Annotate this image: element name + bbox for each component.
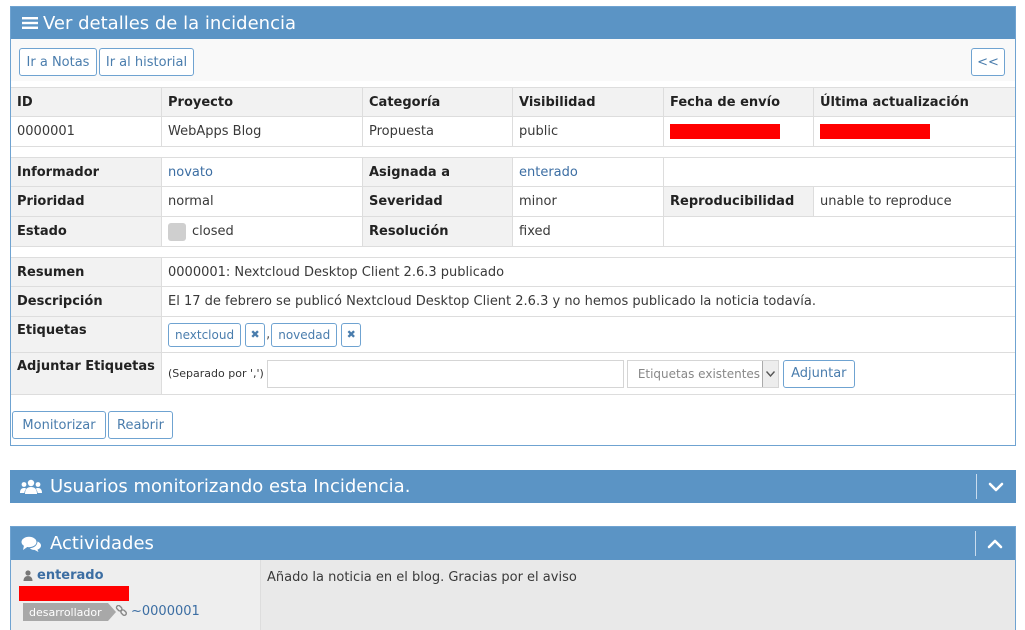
users-icon bbox=[20, 479, 42, 495]
activity-note-text: Añado la noticia en el blog. Gracias por… bbox=[261, 560, 1015, 630]
issue-project: WebApps Blog bbox=[162, 117, 363, 146]
status-label: Estado bbox=[11, 217, 162, 246]
user-icon bbox=[23, 570, 33, 581]
reopen-button[interactable]: Reabrir bbox=[108, 411, 173, 439]
monitoring-users-panel: Usuarios monitorizando esta Incidencia. bbox=[10, 470, 1016, 503]
empty-cell bbox=[664, 158, 1015, 186]
reporter-label: Informador bbox=[11, 158, 162, 186]
col-header-updated: Última actualización bbox=[814, 88, 1015, 116]
tags-list: nextcloud ✖ , novedad ✖ bbox=[162, 317, 1015, 352]
author-link[interactable]: enterado bbox=[37, 568, 104, 583]
chevron-down-icon bbox=[761, 360, 778, 387]
status-color-swatch bbox=[168, 222, 186, 241]
summary-text: 0000001: Nextcloud Desktop Client 2.6.3 … bbox=[168, 264, 505, 280]
issue-id: 0000001 bbox=[11, 117, 162, 146]
priority-value: normal bbox=[162, 187, 363, 216]
collapse-chevron-icon[interactable] bbox=[975, 527, 1015, 560]
redaction-bar bbox=[19, 586, 129, 601]
summary-value-row: 0000001 WebApps Blog Propuesta public bbox=[11, 117, 1015, 147]
attach-tags-label: Adjuntar Etiquetas bbox=[11, 353, 162, 394]
resolution-value: fixed bbox=[513, 217, 664, 246]
issue-details-panel: Ver detalles de la incidencia Ir a Notas… bbox=[10, 6, 1016, 446]
tag-novedad[interactable]: novedad bbox=[271, 322, 338, 347]
link-icon bbox=[115, 605, 128, 618]
empty-cell bbox=[664, 217, 1015, 246]
summary-row: Resumen 0000001: Nextcloud Desktop Clien… bbox=[11, 257, 1015, 287]
go-to-notes-button[interactable]: Ir a Notas bbox=[19, 48, 97, 76]
status-row: Estado closed Resolución fixed bbox=[11, 217, 1015, 247]
issue-submitted-date bbox=[664, 117, 814, 146]
tag-input[interactable] bbox=[266, 359, 624, 388]
tags-label: Etiquetas bbox=[11, 317, 162, 352]
existing-tags-value: Etiquetas existentes bbox=[637, 366, 761, 381]
col-header-visibility: Visibilidad bbox=[513, 88, 664, 116]
attach-tag-button[interactable]: Adjuntar bbox=[782, 359, 855, 388]
priority-label: Prioridad bbox=[11, 187, 162, 216]
activities-title: Actividades bbox=[50, 533, 154, 554]
reproducibility-label: Reproducibilidad bbox=[664, 187, 814, 216]
description-row: Descripción El 17 de febrero se publicó … bbox=[11, 287, 1015, 317]
status-text: closed bbox=[192, 224, 234, 239]
priority-row: Prioridad normal Severidad minor Reprodu… bbox=[11, 187, 1015, 217]
col-header-submitted: Fecha de envío bbox=[664, 88, 814, 116]
assigned-link[interactable]: enterado bbox=[513, 158, 664, 186]
summary-label: Resumen bbox=[11, 258, 162, 286]
col-header-project: Proyecto bbox=[162, 88, 363, 116]
assigned-label: Asignada a bbox=[363, 158, 513, 186]
note-permalink[interactable]: ~0000001 bbox=[115, 604, 200, 619]
reporter-link[interactable]: novato bbox=[162, 158, 363, 186]
tag-nextcloud[interactable]: nextcloud bbox=[168, 322, 242, 347]
activity-author-panel: enterado desarrollador ~0000001 bbox=[11, 560, 261, 630]
attach-tags-row: Adjuntar Etiquetas (Separado por ',') Et… bbox=[11, 353, 1015, 395]
role-badge: desarrollador bbox=[23, 603, 116, 621]
note-link[interactable]: ~0000001 bbox=[131, 604, 200, 619]
description-text: El 17 de febrero se publicó Nextcloud De… bbox=[168, 294, 816, 309]
attach-tags-controls: (Separado por ',') Etiquetas existentes … bbox=[162, 353, 1015, 394]
details-header: Ver detalles de la incidencia bbox=[11, 7, 1015, 39]
remove-tag-icon[interactable]: ✖ bbox=[341, 322, 362, 347]
prev-issue-button[interactable]: << bbox=[971, 48, 1005, 76]
activities-header[interactable]: Actividades bbox=[11, 527, 1015, 560]
redaction-bar bbox=[670, 124, 780, 139]
resolution-label: Resolución bbox=[363, 217, 513, 246]
bars-icon bbox=[21, 16, 39, 30]
details-title: Ver detalles de la incidencia bbox=[43, 12, 296, 34]
severity-value: minor bbox=[513, 187, 664, 216]
expand-chevron-icon[interactable] bbox=[976, 470, 1016, 503]
activities-panel: Actividades enterado desarrollador ~0000… bbox=[10, 526, 1016, 630]
monitoring-header[interactable]: Usuarios monitorizando esta Incidencia. bbox=[10, 470, 1016, 503]
issue-updated-date bbox=[814, 117, 1015, 146]
activity-entry: enterado desarrollador ~0000001 Añado la… bbox=[11, 560, 1015, 630]
monitor-button[interactable]: Monitorizar bbox=[12, 411, 106, 439]
monitoring-title: Usuarios monitorizando esta Incidencia. bbox=[50, 476, 411, 497]
existing-tags-select[interactable]: Etiquetas existentes bbox=[626, 359, 779, 388]
status-value: closed bbox=[162, 217, 363, 246]
details-toolbar: Ir a Notas Ir al historial << bbox=[11, 39, 1015, 81]
summary-header-row: ID Proyecto Categoría Visibilidad Fecha … bbox=[11, 87, 1015, 117]
remove-tag-icon[interactable]: ✖ bbox=[245, 322, 266, 347]
tags-row: Etiquetas nextcloud ✖ , novedad ✖ bbox=[11, 317, 1015, 353]
tag-separator: , bbox=[266, 327, 271, 342]
severity-label: Severidad bbox=[363, 187, 513, 216]
col-header-category: Categoría bbox=[363, 88, 513, 116]
go-to-history-button[interactable]: Ir al historial bbox=[99, 48, 194, 76]
comments-icon bbox=[21, 536, 41, 552]
attach-hint: (Separado por ',') bbox=[168, 367, 264, 380]
col-header-id: ID bbox=[11, 88, 162, 116]
issue-category: Propuesta bbox=[363, 117, 513, 146]
reporter-row: Informador novato Asignada a enterado bbox=[11, 157, 1015, 187]
description-label: Descripción bbox=[11, 287, 162, 316]
redaction-bar bbox=[820, 124, 930, 139]
issue-visibility: public bbox=[513, 117, 664, 146]
activity-author: enterado bbox=[23, 568, 104, 583]
reproducibility-value: unable to reproduce bbox=[820, 194, 952, 209]
